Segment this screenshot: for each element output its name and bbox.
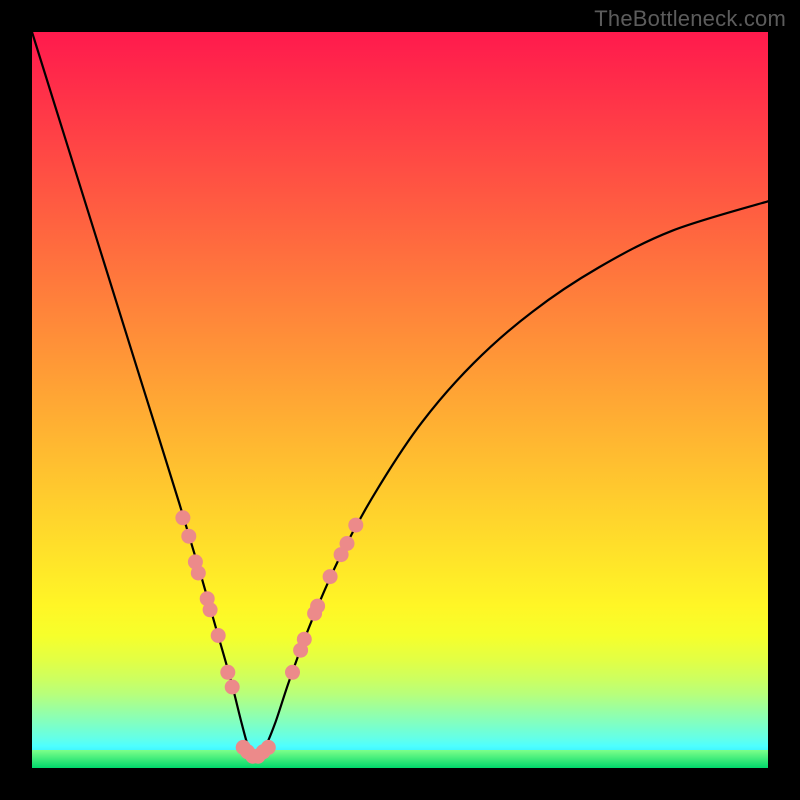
chart-frame: TheBottleneck.com [0, 0, 800, 800]
marker-dot [285, 665, 300, 680]
marker-dot [297, 632, 312, 647]
marker-dot [175, 510, 190, 525]
highlight-dots [175, 510, 363, 763]
watermark-text: TheBottleneck.com [594, 6, 786, 32]
marker-dot [348, 518, 363, 533]
marker-dot [211, 628, 226, 643]
marker-dot [225, 680, 240, 695]
plot-area [32, 32, 768, 768]
marker-dot [181, 529, 196, 544]
curve-layer [32, 32, 768, 768]
marker-dot [261, 740, 276, 755]
bottleneck-curve [32, 32, 768, 759]
marker-dot [340, 536, 355, 551]
marker-dot [310, 599, 325, 614]
marker-dot [220, 665, 235, 680]
marker-dot [191, 566, 206, 581]
marker-dot [323, 569, 338, 584]
marker-dot [203, 602, 218, 617]
